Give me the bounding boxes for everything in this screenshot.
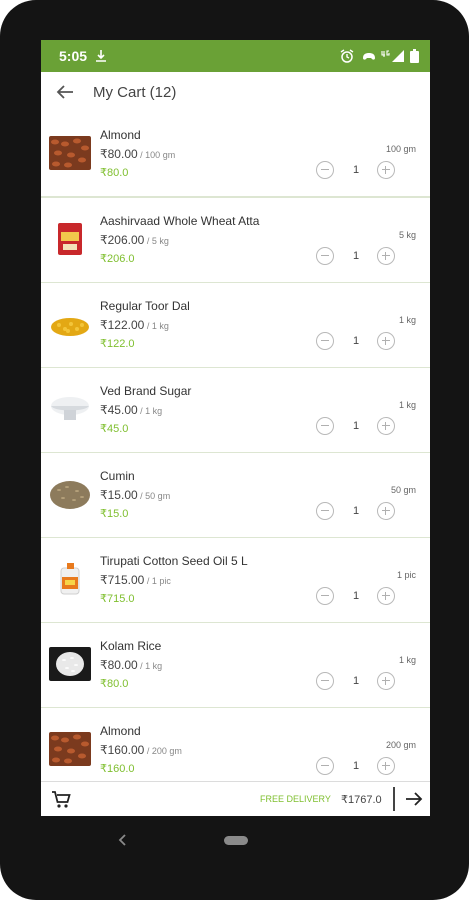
increase-quantity-button[interactable] — [377, 672, 395, 690]
item-price: ₹206.00 / 5 kg — [100, 233, 169, 247]
battery-icon — [410, 49, 419, 63]
increase-quantity-button[interactable] — [377, 502, 395, 520]
cart-item[interactable]: Almond ₹80.00 / 100 gm ₹80.0 100 gm 1 — [41, 112, 430, 198]
item-sale-price: ₹45.0 — [100, 423, 129, 435]
item-quantity: 1 — [352, 335, 360, 347]
item-sale-price: ₹15.0 — [100, 508, 129, 520]
item-quantity: 1 — [352, 164, 360, 176]
decrease-quantity-button[interactable] — [316, 417, 334, 435]
cart-item[interactable]: Almond ₹160.00 / 200 gm ₹160.0 200 gm 1 — [41, 708, 430, 780]
arrow-right-icon[interactable] — [403, 788, 425, 810]
rice-image — [49, 647, 91, 681]
item-quantity: 1 — [352, 590, 360, 602]
almond-image — [49, 136, 91, 170]
almond-image — [49, 732, 91, 766]
item-price: ₹715.00 / 1 pic — [100, 573, 171, 587]
item-name: Cumin — [100, 469, 135, 483]
app-screen: 5:05 My Cart (12) Almond ₹80.00 / 100 gm… — [41, 40, 430, 816]
decrease-quantity-button[interactable] — [316, 332, 334, 350]
item-quantity: 1 — [352, 420, 360, 432]
cart-total: ₹1767.0 — [341, 794, 382, 806]
increase-quantity-button[interactable] — [377, 417, 395, 435]
oil-can-image — [49, 562, 91, 596]
item-pack-size: 1 kg — [398, 655, 416, 665]
arrow-left-icon[interactable] — [53, 80, 77, 104]
cart-item[interactable]: Ved Brand Sugar ₹45.00 / 1 kg ₹45.0 1 kg… — [41, 368, 430, 454]
cart-item[interactable]: Cumin ₹15.00 / 50 gm ₹15.0 50 gm 1 — [41, 453, 430, 539]
item-pack-size: 1 pic — [396, 570, 416, 580]
item-pack-size: 1 kg — [398, 400, 416, 410]
decrease-quantity-button[interactable] — [316, 502, 334, 520]
system-nav-bar — [0, 816, 469, 876]
signal-icon — [392, 50, 404, 62]
item-sale-price: ₹715.0 — [100, 593, 135, 605]
item-sale-price: ₹160.0 — [100, 763, 135, 775]
cart-footer: FREE DELIVERY ₹1767.0 — [41, 781, 430, 816]
sugar-image — [49, 392, 91, 426]
download-notification-icon — [96, 50, 106, 62]
cart-item[interactable]: Kolam Rice ₹80.00 / 1 kg ₹80.0 1 kg 1 — [41, 623, 430, 709]
app-bar: My Cart (12) — [41, 72, 430, 114]
decrease-quantity-button[interactable] — [316, 161, 334, 179]
increase-quantity-button[interactable] — [377, 587, 395, 605]
decrease-quantity-button[interactable] — [316, 757, 334, 775]
item-sale-price: ₹206.0 — [100, 253, 135, 265]
item-price: ₹80.00 / 100 gm — [100, 147, 176, 161]
increase-quantity-button[interactable] — [377, 757, 395, 775]
item-quantity: 1 — [352, 675, 360, 687]
item-price: ₹80.00 / 1 kg — [100, 658, 163, 672]
cart-item[interactable]: Aashirvaad Whole Wheat Atta ₹206.00 / 5 … — [41, 198, 430, 284]
alarm-icon — [340, 49, 354, 63]
item-sale-price: ₹80.0 — [100, 678, 129, 690]
status-time: 5:05 — [59, 48, 88, 64]
increase-quantity-button[interactable] — [377, 247, 395, 265]
atta-pack-image — [49, 222, 91, 256]
item-price: ₹122.00 / 1 kg — [100, 318, 169, 332]
cart-icon[interactable] — [51, 790, 71, 810]
cumin-image — [49, 477, 91, 511]
cart-item[interactable]: Regular Toor Dal ₹122.00 / 1 kg ₹122.0 1… — [41, 283, 430, 369]
cart-item[interactable]: Tirupati Cotton Seed Oil 5 L ₹715.00 / 1… — [41, 538, 430, 624]
item-sale-price: ₹122.0 — [100, 338, 135, 350]
item-quantity: 1 — [352, 505, 360, 517]
item-price: ₹15.00 / 50 gm — [100, 488, 171, 502]
increase-quantity-button[interactable] — [377, 161, 395, 179]
decrease-quantity-button[interactable] — [316, 587, 334, 605]
item-quantity: 1 — [352, 250, 360, 262]
page-title: My Cart (12) — [93, 84, 177, 101]
decrease-quantity-button[interactable] — [316, 672, 334, 690]
item-quantity: 1 — [352, 760, 360, 772]
free-delivery-label: FREE DELIVERY — [260, 794, 331, 804]
item-price: ₹160.00 / 200 gm — [100, 743, 182, 757]
item-pack-size: 100 gm — [385, 144, 416, 154]
item-pack-size: 1 kg — [398, 315, 416, 325]
item-name: Regular Toor Dal — [100, 299, 190, 313]
increase-quantity-button[interactable] — [377, 332, 395, 350]
nav-home-button[interactable] — [224, 836, 248, 845]
item-pack-size: 5 kg — [398, 230, 416, 240]
game-icon — [363, 53, 375, 60]
item-name: Almond — [100, 128, 141, 142]
item-name: Kolam Rice — [100, 639, 162, 653]
item-name: Almond — [100, 724, 141, 738]
nav-back-icon[interactable] — [116, 833, 130, 847]
item-name: Ved Brand Sugar — [100, 384, 192, 398]
decrease-quantity-button[interactable] — [316, 247, 334, 265]
item-pack-size: 200 gm — [385, 740, 416, 750]
phone-frame: 5:05 My Cart (12) Almond ₹80.00 / 100 gm… — [0, 0, 469, 900]
status-bar: 5:05 — [41, 40, 430, 72]
item-name: Tirupati Cotton Seed Oil 5 L — [100, 554, 248, 568]
item-name: Aashirvaad Whole Wheat Atta — [100, 214, 260, 228]
cart-list[interactable]: Almond ₹80.00 / 100 gm ₹80.0 100 gm 1 Aa… — [41, 112, 430, 780]
item-sale-price: ₹80.0 — [100, 167, 129, 179]
item-price: ₹45.00 / 1 kg — [100, 403, 163, 417]
footer-divider — [393, 787, 395, 811]
item-pack-size: 50 gm — [390, 485, 416, 495]
toor-dal-image — [49, 307, 91, 341]
